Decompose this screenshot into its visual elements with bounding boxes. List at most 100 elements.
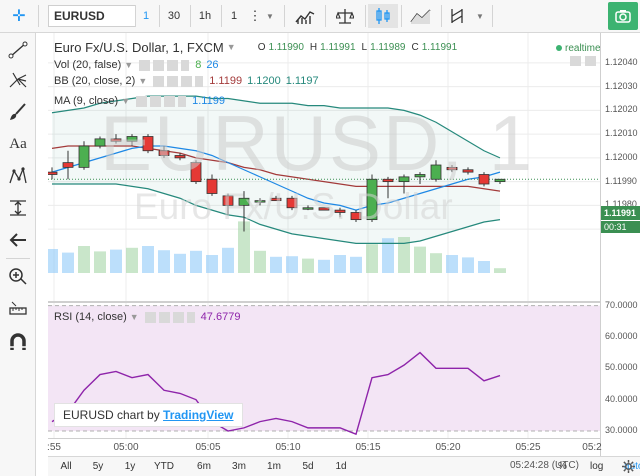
time-tick-label: 05:2 <box>582 442 602 453</box>
range-button-ytd[interactable]: YTD <box>154 461 174 472</box>
pitchfork-icon[interactable] <box>0 67 36 93</box>
snapshot-button[interactable] <box>608 2 638 30</box>
time-tick-label: :55 <box>47 442 61 453</box>
indicator-settings-icons[interactable] <box>136 95 187 107</box>
rsi-value: 47.6779 <box>200 311 241 323</box>
range-button-3m[interactable]: 3m <box>232 461 246 472</box>
ma-legend-label[interactable]: MA (9, close) <box>54 95 118 107</box>
bb-legend-label[interactable]: BB (20, close, 2) <box>54 75 135 87</box>
volume-bar <box>414 246 426 273</box>
chevron-down-icon[interactable]: ▼ <box>263 4 277 28</box>
chevron-down-icon[interactable]: ▼ <box>124 60 133 70</box>
price-tick-label: 1.12030 <box>605 80 638 91</box>
interval-more-button[interactable]: ⋮ <box>248 4 262 28</box>
price-axis[interactable]: 1.12040 1.12030 1.12020 1.12010 1.12000 1.119… <box>600 33 640 456</box>
prediction-range-icon[interactable] <box>0 195 36 221</box>
text-tool-icon[interactable]: Aa <box>0 131 36 157</box>
legend-bb-row: BB (20, close, 2) ▼ 1.1199 1.1200 1.1197 <box>54 74 319 88</box>
volume-bar <box>110 249 122 273</box>
tradingview-link[interactable]: TradingView <box>163 408 233 422</box>
interval-custom-button[interactable]: 1 <box>221 4 247 28</box>
close-label: C <box>411 41 419 53</box>
chevron-down-icon[interactable]: ▼ <box>138 76 147 86</box>
volume-bar <box>158 250 170 273</box>
rsi-tick-label: 60.0000 <box>605 330 638 341</box>
brush-icon[interactable] <box>0 99 36 125</box>
volume-bar <box>48 249 58 273</box>
time-axis[interactable]: :55 05:00 05:05 05:10 05:15 05:20 05:25 05:2 <box>47 438 602 456</box>
volume-bar <box>302 258 314 273</box>
indicator-settings-icons[interactable] <box>153 75 204 87</box>
ma-value: 1.1199 <box>192 95 225 107</box>
area-chart-icon[interactable] <box>404 4 438 28</box>
volume-bar <box>350 256 362 273</box>
range-button-1d[interactable]: 1d <box>335 461 346 472</box>
candles-style-icon[interactable] <box>368 4 398 28</box>
rsi-tick-label: 70.0000 <box>605 299 638 310</box>
volume-bar <box>462 257 474 273</box>
volume-bar <box>126 247 138 273</box>
range-button-1m[interactable]: 1m <box>267 461 281 472</box>
volume-bar <box>142 246 154 273</box>
zoom-in-icon[interactable] <box>0 263 36 289</box>
low-label: L <box>361 41 368 53</box>
trend-line-icon[interactable] <box>0 37 36 63</box>
gear-icon[interactable] <box>620 458 636 474</box>
price-tick-label: 1.11990 <box>605 175 637 186</box>
volume-bar <box>318 259 330 273</box>
attribution-prefix: EURUSD chart by <box>63 408 164 422</box>
compare-symbol-icon[interactable] <box>444 4 470 28</box>
price-tick-label: 1.12040 <box>605 56 638 67</box>
rsi-tick-label: 30.0000 <box>605 425 638 436</box>
toolbar-divider <box>6 258 30 259</box>
percent-scale-button[interactable]: % <box>558 461 567 472</box>
pane-control-icons[interactable] <box>570 56 596 66</box>
pattern-icon[interactable] <box>0 163 36 189</box>
range-button-all[interactable]: All <box>60 461 71 472</box>
price-tick-label: 1.12010 <box>605 128 638 139</box>
time-tick-label: 05:05 <box>195 442 221 453</box>
arrow-left-icon[interactable] <box>0 227 36 253</box>
magnet-icon[interactable] <box>0 329 36 355</box>
range-button-1y[interactable]: 1y <box>125 461 136 472</box>
compare-scale-icon[interactable] <box>328 4 362 28</box>
range-button-5y[interactable]: 5y <box>93 461 104 472</box>
rsi-tick-label: 50.0000 <box>605 362 638 373</box>
toolbar-divider <box>38 5 39 27</box>
interval-1m-button[interactable]: 1 <box>135 4 157 28</box>
range-button-5d[interactable]: 5d <box>302 461 313 472</box>
volume-value: 8 <box>195 59 202 71</box>
time-readout: 05:24:28 (UTC) <box>510 460 579 471</box>
interval-30m-button[interactable]: 30 <box>159 4 189 28</box>
rsi-legend-label[interactable]: RSI (14, close) <box>54 311 127 323</box>
indicator-settings-icons[interactable] <box>144 311 195 323</box>
range-button-6m[interactable]: 6m <box>197 461 211 472</box>
chart-attribution: EURUSD chart by TradingView <box>54 403 243 427</box>
chevron-down-icon[interactable]: ▼ <box>472 4 488 28</box>
rsi-tick-label: 40.0000 <box>605 393 638 404</box>
top-toolbar: ✛ EURUSD 1 30 1h 1 ⋮ ▼ ▼ <box>0 0 640 33</box>
realtime-indicator: realtime <box>556 43 601 54</box>
log-scale-button[interactable]: log <box>590 461 603 472</box>
candle-down <box>62 162 74 168</box>
range-bar: All 5y 1y YTD 6m 3m 1m 5d 1d 05:24:28 (UTC) % lo… <box>48 456 640 476</box>
measure-icon[interactable] <box>0 295 36 321</box>
bb-upper-value: 1.1200 <box>247 75 281 87</box>
volume-legend-label[interactable]: Vol (20, false) <box>54 59 121 71</box>
chevron-down-icon[interactable]: ▼ <box>121 96 130 106</box>
volume-bar <box>254 250 266 273</box>
drawing-toolbar: Aa <box>0 33 36 476</box>
chart-title[interactable]: Euro Fx/U.S. Dollar, 1, FXCM <box>54 40 224 55</box>
chevron-down-icon[interactable]: ▼ <box>227 42 236 52</box>
volume-bar <box>430 253 442 273</box>
crosshair-icon[interactable]: ✛ <box>2 4 36 28</box>
interval-1h-button[interactable]: 1h <box>190 4 220 28</box>
bb-basis-value: 1.1199 <box>209 75 243 87</box>
chevron-down-icon[interactable]: ▼ <box>130 312 139 322</box>
symbol-search-input[interactable]: EURUSD <box>48 5 136 27</box>
candle-up <box>78 145 90 168</box>
indicator-settings-icons[interactable] <box>139 59 190 71</box>
indicators-icon[interactable] <box>288 4 322 28</box>
time-tick-label: 05:00 <box>113 442 139 453</box>
close-value: 1.11991 <box>421 41 458 53</box>
